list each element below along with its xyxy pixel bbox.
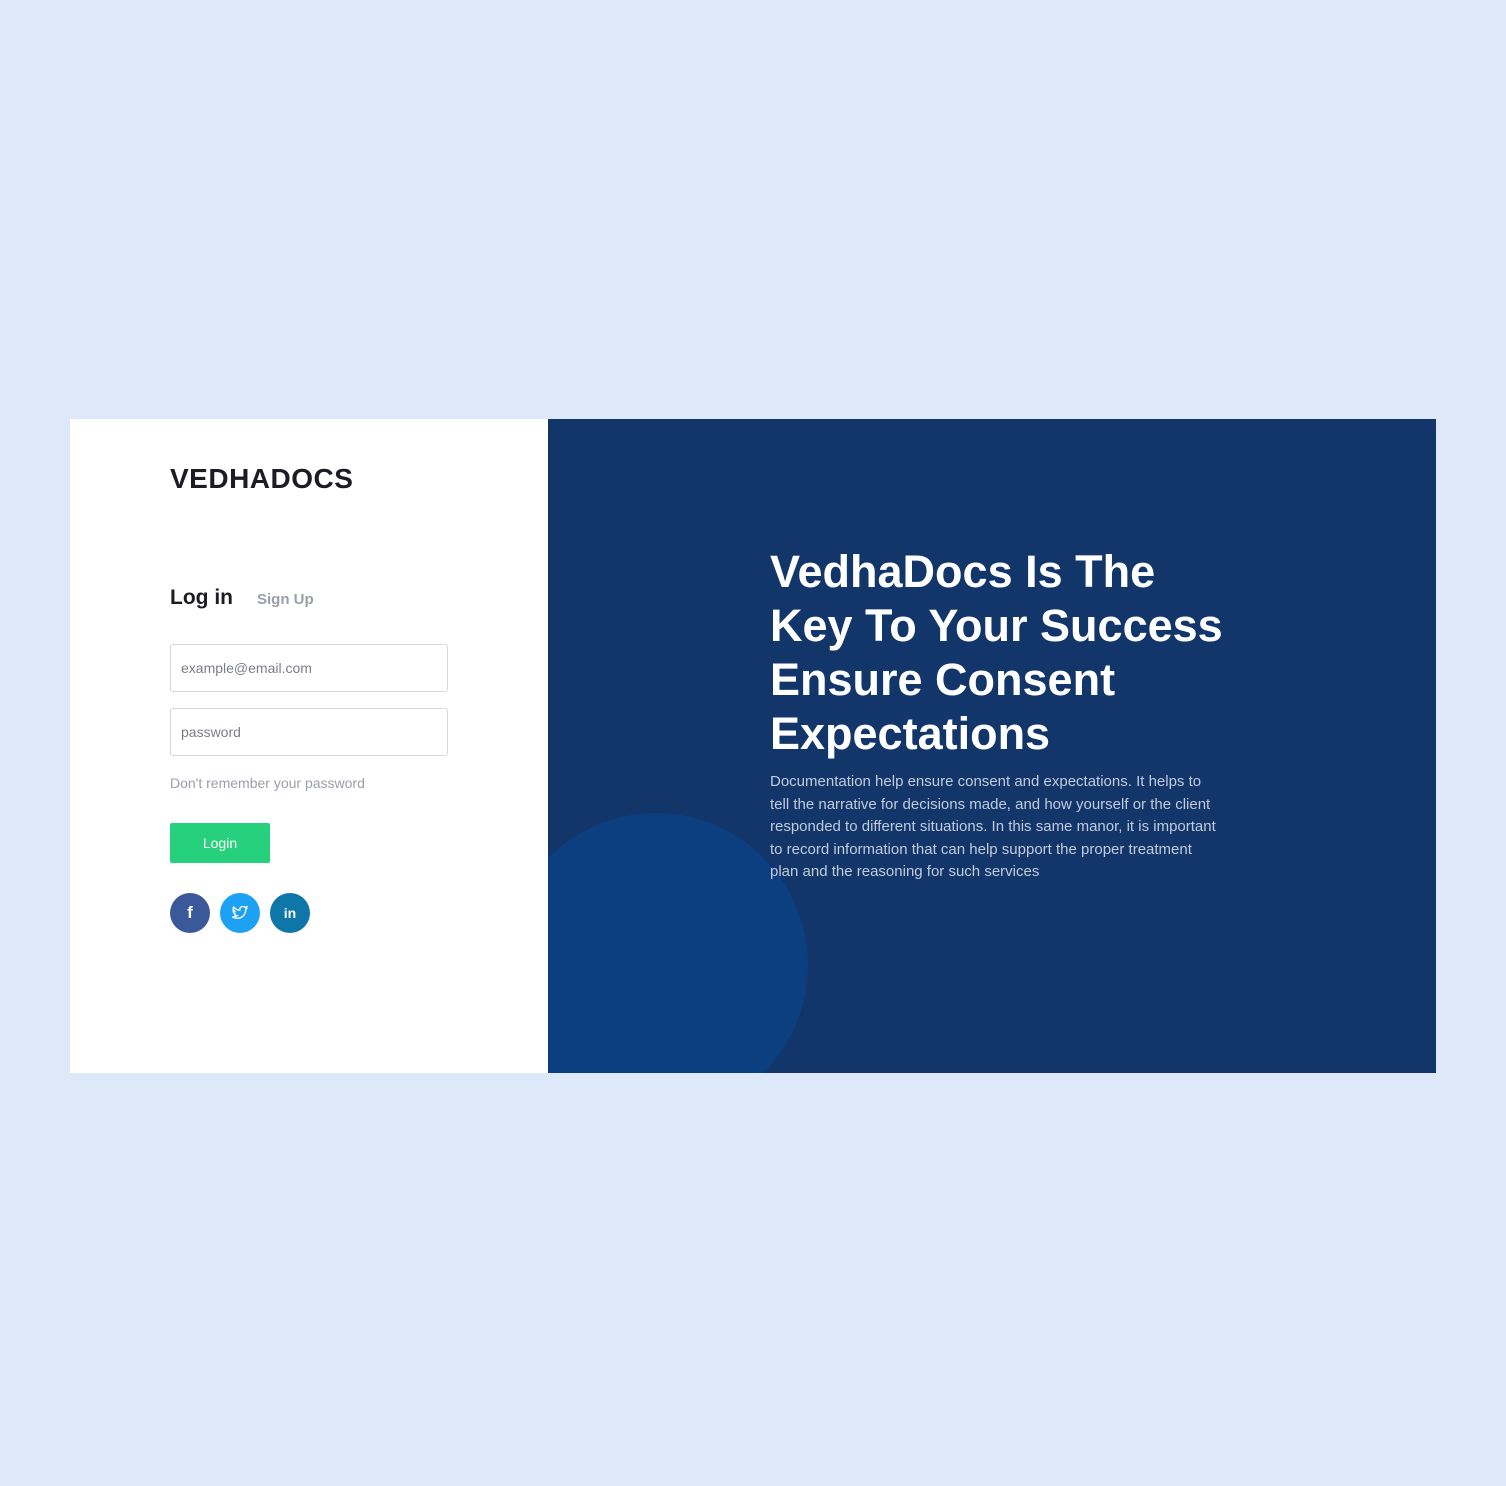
twitter-icon <box>232 906 248 920</box>
twitter-button[interactable] <box>220 893 260 933</box>
decorative-circle <box>548 813 808 1073</box>
auth-tabs: Log in Sign Up <box>170 586 314 610</box>
tab-signup[interactable]: Sign Up <box>257 591 314 608</box>
hero-panel: VedhaDocs Is The Key To Your Success Ens… <box>548 419 1436 1073</box>
hero-title: VedhaDocs Is The Key To Your Success Ens… <box>770 545 1230 761</box>
facebook-icon: f <box>187 903 193 922</box>
social-buttons: f in <box>170 893 310 933</box>
login-panel: VEDHADOCS Log in Sign Up Don't remember … <box>70 419 548 1073</box>
hero-title-line2: Ensure Consent Expectations <box>770 654 1116 759</box>
linkedin-icon: in <box>283 905 297 921</box>
hero-content: VedhaDocs Is The Key To Your Success Ens… <box>770 545 1230 884</box>
email-input[interactable] <box>170 644 448 692</box>
facebook-button[interactable]: f <box>170 893 210 933</box>
password-input[interactable] <box>170 708 448 756</box>
login-button[interactable]: Login <box>170 823 270 863</box>
forgot-password-link[interactable]: Don't remember your password <box>170 775 365 791</box>
brand-logo: VEDHADOCS <box>170 463 354 494</box>
hero-title-line1: VedhaDocs Is The Key To Your Success <box>770 546 1223 651</box>
hero-description: Documentation help ensure consent and ex… <box>770 773 1216 880</box>
tab-login[interactable]: Log in <box>170 586 233 610</box>
login-card: VEDHADOCS Log in Sign Up Don't remember … <box>70 419 1436 1073</box>
linkedin-button[interactable]: in <box>270 893 310 933</box>
